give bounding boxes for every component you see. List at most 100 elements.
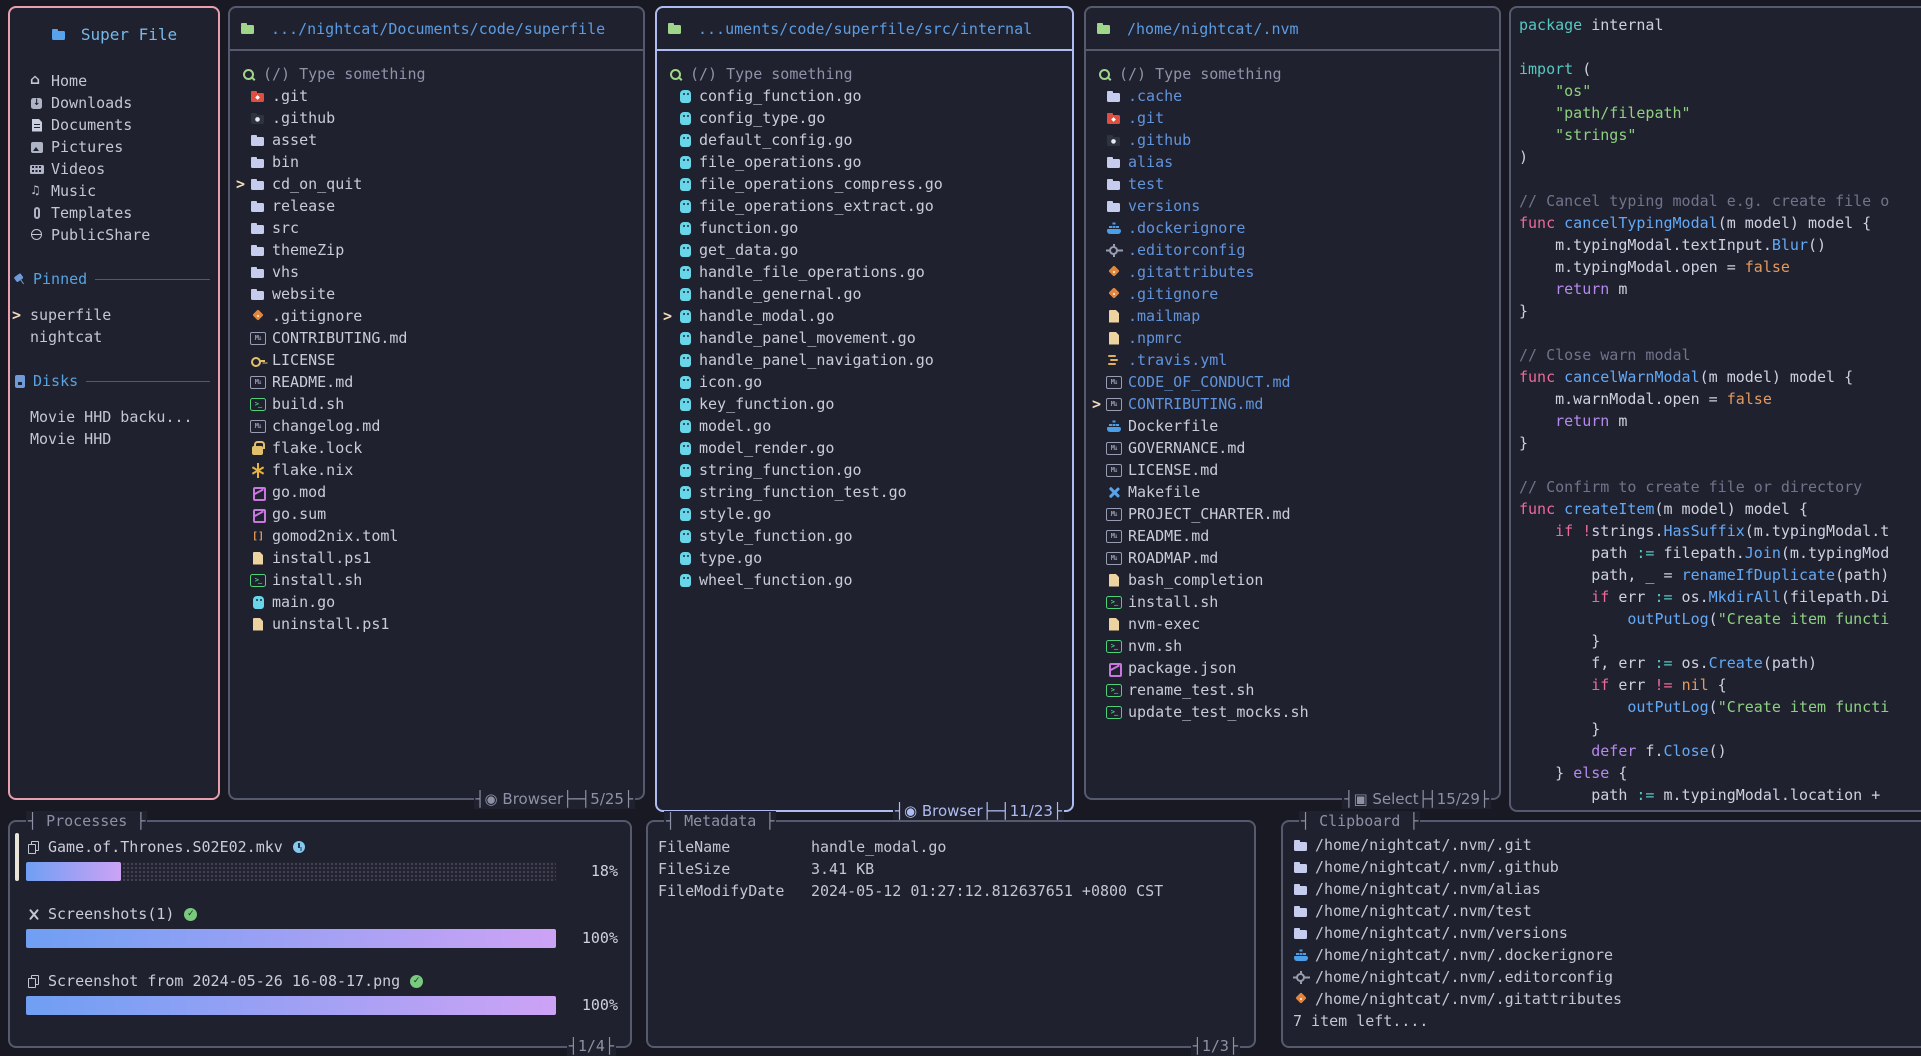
file-row[interactable]: > .gitignore: [234, 305, 639, 327]
file-row[interactable]: > changelog.md: [234, 415, 639, 437]
file-row[interactable]: > update_test_mocks.sh: [1090, 701, 1495, 723]
disk-item[interactable]: > Movie HHD backu...: [10, 406, 218, 428]
process-item[interactable]: Screenshot from 2024-05-26 16-08-17.png …: [26, 970, 618, 1018]
file-row[interactable]: > model_render.go: [661, 437, 1068, 459]
sidebar-shortcut[interactable]: Music: [10, 180, 218, 202]
file-row[interactable]: > config_function.go: [661, 85, 1068, 107]
code-line: return m: [1519, 278, 1921, 300]
file-row[interactable]: > README.md: [1090, 525, 1495, 547]
file-row[interactable]: > vhs: [234, 261, 639, 283]
file-row[interactable]: > bash_completion: [1090, 569, 1495, 591]
file-row[interactable]: > asset: [234, 129, 639, 151]
file-row[interactable]: > ROADMAP.md: [1090, 547, 1495, 569]
clipboard-item-icon: [1293, 838, 1310, 853]
file-row[interactable]: > style.go: [661, 503, 1068, 525]
panel-3-search[interactable]: (/) Type something: [1097, 63, 1495, 85]
file-row[interactable]: > string_function_test.go: [661, 481, 1068, 503]
process-item[interactable]: Screenshots(1) 100%: [26, 903, 618, 951]
sidebar-shortcut[interactable]: Documents: [10, 114, 218, 136]
file-row[interactable]: > handle_panel_navigation.go: [661, 349, 1068, 371]
file-row[interactable]: > nvm-exec: [1090, 613, 1495, 635]
file-row[interactable]: > flake.nix: [234, 459, 639, 481]
file-row[interactable]: > install.sh: [1090, 591, 1495, 613]
file-row[interactable]: > .cache: [1090, 85, 1495, 107]
file-row[interactable]: > .github: [234, 107, 639, 129]
file-row[interactable]: > default_config.go: [661, 129, 1068, 151]
file-row[interactable]: > wheel_function.go: [661, 569, 1068, 591]
file-row[interactable]: > style_function.go: [661, 525, 1068, 547]
file-row[interactable]: > CONTRIBUTING.md: [234, 327, 639, 349]
file-row[interactable]: > .dockerignore: [1090, 217, 1495, 239]
file-row[interactable]: > go.sum: [234, 503, 639, 525]
file-row[interactable]: > .gitignore: [1090, 283, 1495, 305]
file-row[interactable]: > model.go: [661, 415, 1068, 437]
file-row[interactable]: > GOVERNANCE.md: [1090, 437, 1495, 459]
file-row[interactable]: > install.ps1: [234, 547, 639, 569]
file-row[interactable]: > website: [234, 283, 639, 305]
file-row[interactable]: > file_operations_extract.go: [661, 195, 1068, 217]
disk-item[interactable]: > Movie HHD: [10, 428, 218, 450]
file-row[interactable]: > function.go: [661, 217, 1068, 239]
file-row[interactable]: > .github: [1090, 129, 1495, 151]
file-name: go.mod: [272, 483, 326, 501]
file-row[interactable]: > .editorconfig: [1090, 239, 1495, 261]
file-row[interactable]: > Dockerfile: [1090, 415, 1495, 437]
file-row[interactable]: > src: [234, 217, 639, 239]
sidebar-shortcut[interactable]: Pictures: [10, 136, 218, 158]
pinned-item[interactable]: > superfile: [10, 304, 218, 326]
file-row[interactable]: > CONTRIBUTING.md: [1090, 393, 1495, 415]
file-row[interactable]: > themeZip: [234, 239, 639, 261]
sidebar-shortcut[interactable]: PublicShare: [10, 224, 218, 246]
file-row[interactable]: > .git: [234, 85, 639, 107]
sidebar-shortcut[interactable]: Videos: [10, 158, 218, 180]
file-row[interactable]: > handle_modal.go: [661, 305, 1068, 327]
file-row[interactable]: > uninstall.ps1: [234, 613, 639, 635]
panel-2-search[interactable]: (/) Type something: [668, 63, 1068, 85]
process-item[interactable]: Game.of.Thrones.S02E02.mkv 18%: [26, 836, 618, 884]
file-row[interactable]: > LICENSE: [234, 349, 639, 371]
file-row[interactable]: > rename_test.sh: [1090, 679, 1495, 701]
file-row[interactable]: > build.sh: [234, 393, 639, 415]
sidebar-shortcut[interactable]: Templates: [10, 202, 218, 224]
file-row[interactable]: > release: [234, 195, 639, 217]
file-name: .gitignore: [272, 307, 362, 325]
file-row[interactable]: > file_operations.go: [661, 151, 1068, 173]
file-row[interactable]: > versions: [1090, 195, 1495, 217]
file-row[interactable]: > get_data.go: [661, 239, 1068, 261]
file-row[interactable]: > config_type.go: [661, 107, 1068, 129]
file-row[interactable]: > test: [1090, 173, 1495, 195]
file-row[interactable]: > package.json: [1090, 657, 1495, 679]
file-row[interactable]: > Makefile: [1090, 481, 1495, 503]
file-row[interactable]: > LICENSE.md: [1090, 459, 1495, 481]
file-row[interactable]: > CODE_OF_CONDUCT.md: [1090, 371, 1495, 393]
file-row[interactable]: > .gitattributes: [1090, 261, 1495, 283]
file-row[interactable]: > gomod2nix.toml: [234, 525, 639, 547]
file-row[interactable]: > .mailmap: [1090, 305, 1495, 327]
pinned-item[interactable]: > nightcat: [10, 326, 218, 348]
file-row[interactable]: > .npmrc: [1090, 327, 1495, 349]
file-row[interactable]: > alias: [1090, 151, 1495, 173]
file-row[interactable]: > handle_panel_movement.go: [661, 327, 1068, 349]
file-row[interactable]: > README.md: [234, 371, 639, 393]
file-row[interactable]: > flake.lock: [234, 437, 639, 459]
file-row[interactable]: > go.mod: [234, 481, 639, 503]
file-row[interactable]: > main.go: [234, 591, 639, 613]
sidebar-shortcut[interactable]: Home: [10, 70, 218, 92]
file-row[interactable]: > type.go: [661, 547, 1068, 569]
sidebar-shortcut[interactable]: Downloads: [10, 92, 218, 114]
file-row[interactable]: > string_function.go: [661, 459, 1068, 481]
panel-1-search[interactable]: (/) Type something: [241, 63, 639, 85]
file-row[interactable]: > icon.go: [661, 371, 1068, 393]
file-row[interactable]: > install.sh: [234, 569, 639, 591]
file-row[interactable]: > handle_genernal.go: [661, 283, 1068, 305]
file-row[interactable]: > bin: [234, 151, 639, 173]
file-row[interactable]: > file_operations_compress.go: [661, 173, 1068, 195]
file-row[interactable]: > cd_on_quit: [234, 173, 639, 195]
file-row[interactable]: > PROJECT_CHARTER.md: [1090, 503, 1495, 525]
file-row[interactable]: > .git: [1090, 107, 1495, 129]
file-row[interactable]: > nvm.sh: [1090, 635, 1495, 657]
process-item-header: Game.of.Thrones.S02E02.mkv: [26, 836, 618, 858]
file-row[interactable]: > handle_file_operations.go: [661, 261, 1068, 283]
file-row[interactable]: > .travis.yml: [1090, 349, 1495, 371]
file-row[interactable]: > key_function.go: [661, 393, 1068, 415]
